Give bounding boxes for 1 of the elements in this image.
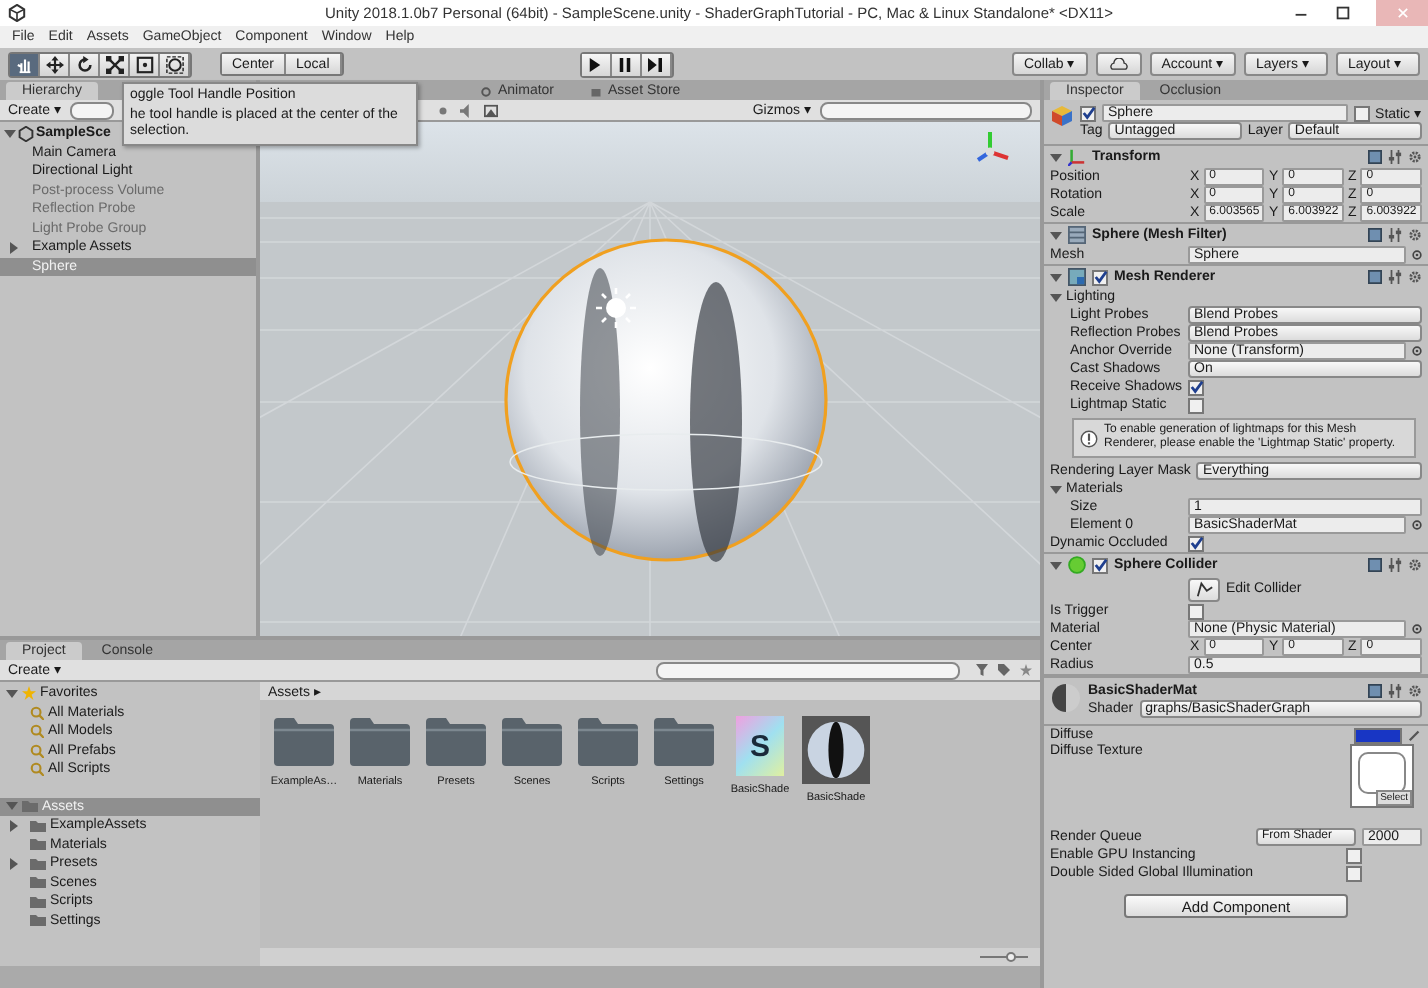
- shader-glyph: S: [749, 729, 770, 763]
